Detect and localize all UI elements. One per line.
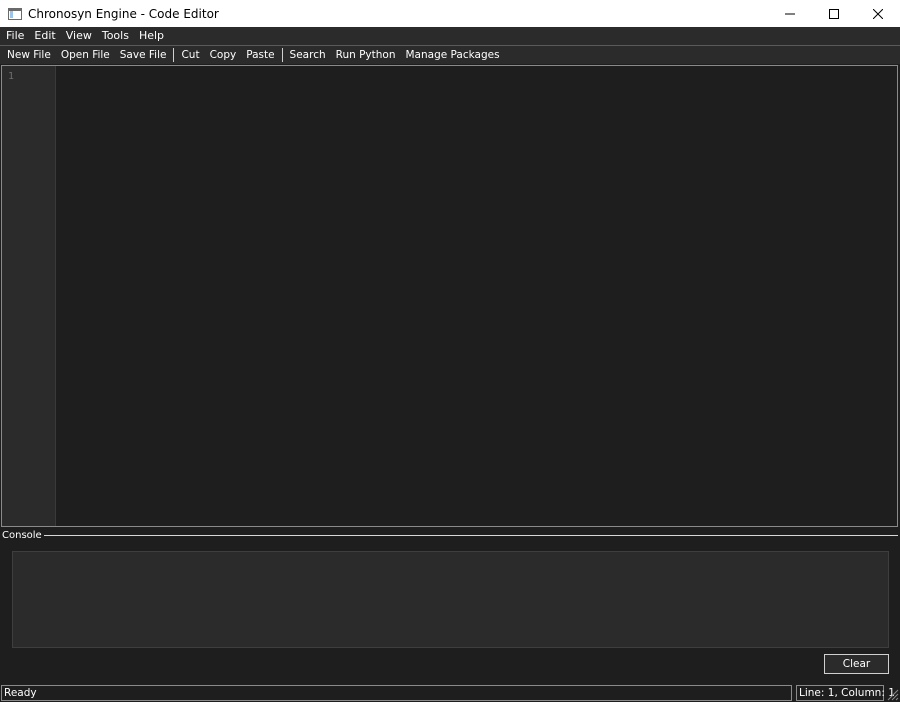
menu-bar: File Edit View Tools Help: [0, 27, 900, 46]
line-number: 1: [8, 71, 15, 82]
size-grip-icon[interactable]: [887, 689, 899, 701]
menu-file[interactable]: File: [0, 27, 29, 45]
menu-tools[interactable]: Tools: [97, 27, 134, 45]
new-file-button[interactable]: New File: [0, 46, 56, 64]
save-file-button[interactable]: Save File: [115, 46, 172, 64]
status-message: Ready: [1, 685, 792, 701]
console-panel: Console Clear: [0, 531, 900, 684]
copy-button[interactable]: Copy: [205, 46, 242, 64]
console-output[interactable]: [12, 551, 889, 648]
cursor-position: Line: 1, Column: 1: [796, 685, 895, 701]
cut-button[interactable]: Cut: [176, 46, 204, 64]
open-file-button[interactable]: Open File: [56, 46, 115, 64]
manage-packages-button[interactable]: Manage Packages: [401, 46, 505, 64]
run-python-button[interactable]: Run Python: [331, 46, 401, 64]
console-label: Console: [2, 530, 44, 541]
app-window-icon: [8, 7, 22, 20]
window-title: Chronosyn Engine - Code Editor: [28, 6, 219, 21]
line-number-gutter: 1: [2, 66, 56, 526]
minimize-icon[interactable]: [768, 0, 812, 27]
menu-view[interactable]: View: [61, 27, 97, 45]
paste-button[interactable]: Paste: [241, 46, 279, 64]
code-editor[interactable]: 1: [1, 65, 898, 527]
toolbar-separator: [281, 48, 283, 62]
toolbar-separator: [173, 48, 175, 62]
search-button[interactable]: Search: [285, 46, 331, 64]
code-text-area[interactable]: [56, 66, 897, 526]
toolbar: New File Open File Save File Cut Copy Pa…: [0, 46, 900, 64]
status-bar: Ready Line: 1, Column: 1: [0, 685, 900, 702]
window-controls: [768, 0, 900, 27]
maximize-icon[interactable]: [812, 0, 856, 27]
code-editor-window: Chronosyn Engine - Code Editor File Edit…: [0, 0, 900, 702]
title-bar: Chronosyn Engine - Code Editor: [0, 0, 900, 27]
close-icon[interactable]: [856, 0, 900, 27]
menu-edit[interactable]: Edit: [29, 27, 60, 45]
clear-button[interactable]: Clear: [824, 654, 889, 674]
menu-help[interactable]: Help: [134, 27, 169, 45]
console-divider: [38, 535, 898, 536]
